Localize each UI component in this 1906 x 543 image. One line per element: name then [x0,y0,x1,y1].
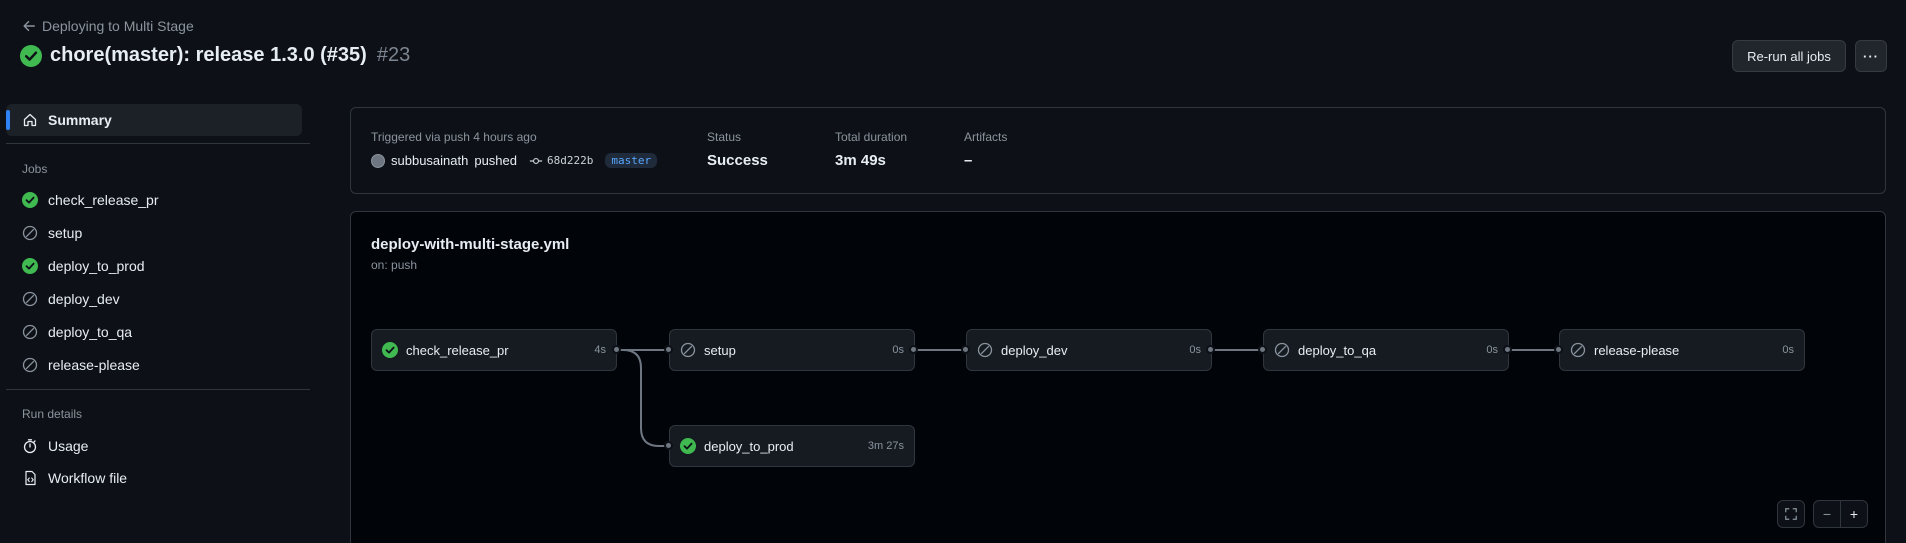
duration-value: 3m 49s [835,152,886,169]
job-duration: 0s [892,344,904,356]
job-connectors [617,349,1557,447]
skip-icon [22,225,38,241]
sidebar-job-label: release-please [48,357,140,373]
zoom-in-button[interactable]: + [1840,500,1868,528]
sidebar-item-label: Usage [48,438,89,454]
job-name: setup [704,342,736,358]
workflow-graph-card: deploy-with-multi-stage.yml on: push che… [350,211,1886,543]
push-info: subbusainath pushed 68d222b master [371,153,658,168]
sidebar-job-deploy-dev[interactable]: deploy_dev [22,288,120,310]
page-title: chore(master): release 1.3.0 (#35) #23 [20,44,410,67]
job-node-deploy-to-prod[interactable]: deploy_to_prod 3m 27s [669,425,915,467]
job-name: release-please [1594,342,1680,358]
job-port [1206,345,1215,354]
trigger-label: Triggered via push 4 hours ago [371,130,537,144]
stopwatch-icon [23,439,37,454]
job-node-release-please[interactable]: release-please 0s [1559,329,1805,371]
status-value: Success [707,152,768,169]
skip-icon [22,324,38,340]
job-node-check-release-pr[interactable]: check_release_pr 4s [371,329,617,371]
sidebar-item-usage[interactable]: Usage [22,435,88,457]
job-port [1503,345,1512,354]
fullscreen-button[interactable] [1777,500,1805,528]
kebab-horizontal-icon: ··· [1863,48,1879,64]
sidebar-job-label: deploy_to_qa [48,324,133,340]
sidebar-job-label: deploy_to_prod [48,258,145,274]
sidebar-job-label: check_release_pr [48,192,159,208]
check-circle-fill-icon [22,258,38,274]
job-duration: 0s [1189,344,1201,356]
back-link-label: Deploying to Multi Stage [42,18,194,34]
minus-icon: − [1822,506,1832,522]
run-details-heading: Run details [22,407,83,421]
plus-icon: + [1849,506,1859,522]
avatar[interactable] [371,153,385,168]
job-port [909,345,918,354]
back-link[interactable]: Deploying to Multi Stage [22,18,194,34]
file-code-icon [25,470,36,486]
screen-full-icon [1785,508,1797,520]
pusher-username[interactable]: subbusainath [391,153,468,168]
job-name: deploy_to_prod [704,438,794,454]
status-label: Status [707,130,742,144]
more-options-button[interactable]: ··· [1855,40,1887,72]
commit-sha[interactable]: 68d222b [529,154,593,168]
sidebar-divider [6,389,310,390]
jobs-heading: Jobs [22,162,48,176]
sidebar-item-label: Workflow file [48,470,128,486]
job-node-deploy-dev[interactable]: deploy_dev 0s [966,329,1212,371]
commit-sha-text: 68d222b [547,154,594,167]
branch-badge[interactable]: master [605,153,658,168]
sidebar-job-deploy-to-prod[interactable]: deploy_to_prod [22,255,145,277]
git-commit-icon [529,157,543,164]
sidebar-job-release-please[interactable]: release-please [22,354,140,376]
job-duration: 0s [1486,344,1498,356]
skip-icon [977,342,993,358]
job-name: check_release_pr [406,342,509,358]
zoom-out-button[interactable]: − [1813,500,1841,528]
run-title: chore(master): release 1.3.0 (#35) [50,44,367,66]
job-port [664,441,673,450]
sidebar-item-summary[interactable]: Summary [6,104,302,136]
rerun-all-jobs-button[interactable]: Re-run all jobs [1732,40,1846,72]
run-number: #23 [376,44,411,66]
job-node-setup[interactable]: setup 0s [669,329,915,371]
job-port [1258,345,1267,354]
sidebar-job-check-release-pr[interactable]: check_release_pr [22,189,159,211]
job-port [612,345,621,354]
duration-label: Total duration [835,130,908,144]
skip-icon [22,291,38,307]
job-node-deploy-to-qa[interactable]: deploy_to_qa 0s [1263,329,1509,371]
skip-icon [22,357,38,373]
sidebar-item-workflow-file[interactable]: Workflow file [22,467,127,489]
check-circle-fill-icon [382,342,398,358]
sidebar-job-setup[interactable]: setup [22,222,82,244]
run-summary-card: Triggered via push 4 hours ago subbusain… [350,107,1886,194]
job-port [1554,345,1563,354]
home-icon [23,113,37,127]
skip-icon [680,342,696,358]
sidebar-job-deploy-to-qa[interactable]: deploy_to_qa [22,321,132,343]
push-action: pushed [474,153,517,168]
job-port [664,345,673,354]
sidebar-job-label: deploy_dev [48,291,120,307]
sidebar-item-label: Summary [48,112,112,128]
job-duration: 4s [594,344,606,356]
job-name: deploy_to_qa [1298,342,1377,358]
skip-icon [1570,342,1586,358]
job-duration: 0s [1782,344,1794,356]
job-duration: 3m 27s [867,440,904,452]
sidebar-job-label: setup [48,225,83,241]
check-circle-fill-icon [20,44,42,67]
sidebar-divider [6,143,310,144]
arrow-left-icon [23,20,35,32]
job-name: deploy_dev [1001,342,1068,358]
skip-icon [1274,342,1290,358]
artifacts-value: – [964,152,973,169]
job-port [961,345,970,354]
check-circle-fill-icon [680,438,696,454]
artifacts-label: Artifacts [964,130,1008,144]
check-circle-fill-icon [22,192,38,208]
